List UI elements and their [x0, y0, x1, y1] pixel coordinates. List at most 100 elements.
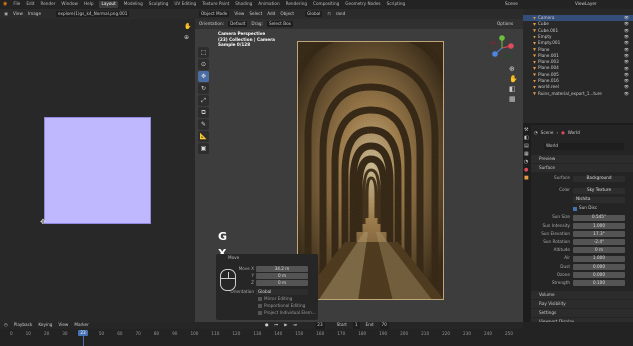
scene-tab-icon[interactable]: ◔ — [524, 160, 530, 165]
blender-logo-icon[interactable]: ◉ — [3, 2, 7, 7]
select-tool-icon[interactable]: ⬚ — [198, 47, 209, 58]
visibility-icon[interactable]: 👁 — [624, 85, 629, 89]
tab-sculpting[interactable]: Sculpting — [149, 2, 169, 6]
hand-pan-icon[interactable]: ✋ — [509, 76, 519, 83]
timeline-menu-marker[interactable]: Marker — [74, 323, 88, 327]
sky-property-field[interactable]: 0.100 — [573, 280, 625, 287]
output-tab-icon[interactable]: ▤ — [524, 144, 530, 149]
playhead[interactable]: 23 — [78, 330, 88, 336]
camera-view-icon[interactable]: ◧ — [509, 86, 519, 93]
ray-visibility-section[interactable]: Ray Visibility — [531, 300, 633, 308]
tab-uv-editing[interactable]: UV Editing — [174, 2, 196, 6]
rotate-tool-icon[interactable]: ↻ — [198, 83, 209, 94]
image-name-field[interactable]: explore(1)gs_k4_Normal.png.001 — [56, 10, 130, 18]
image-menu-image[interactable]: Image — [28, 11, 41, 16]
scale-tool-icon[interactable]: ⤢ — [198, 95, 209, 106]
menu-edit[interactable]: Edit — [26, 2, 34, 6]
start-frame-field[interactable]: 1 — [352, 322, 360, 329]
timeline-menu-playback[interactable]: Playback — [14, 323, 33, 327]
timeline-editor-icon[interactable]: ◷ — [4, 323, 8, 327]
mode-selector[interactable]: Object Mode — [199, 10, 230, 18]
render-tab-icon[interactable]: ◧ — [524, 136, 530, 141]
surface-section[interactable]: Surface — [531, 164, 633, 172]
viewport-menu-add[interactable]: Add — [267, 11, 275, 16]
scene-selector[interactable]: Scene — [505, 1, 518, 6]
tab-modeling[interactable]: Modeling — [124, 2, 143, 6]
orientation-dropdown[interactable]: Default — [228, 20, 248, 28]
sky-property-field[interactable]: 0.000 — [573, 263, 625, 270]
sky-property-field[interactable]: 1.000 — [573, 255, 625, 262]
cursor-tool-icon[interactable]: ⊙ — [198, 59, 209, 70]
visibility-icon[interactable]: 👁 — [624, 72, 629, 77]
zoom-icon[interactable]: ⊕ — [184, 35, 189, 41]
play-icon[interactable]: ▶ — [284, 323, 287, 327]
menu-window[interactable]: Window — [61, 2, 78, 6]
measure-tool-icon[interactable]: 📐 — [198, 131, 209, 142]
navigation-gizmo[interactable] — [488, 34, 516, 62]
tab-geometry-nodes[interactable]: Geometry Nodes — [345, 2, 380, 6]
hand-tool-icon[interactable]: ✋ — [184, 24, 191, 30]
sky-property-field[interactable]: 0.000 — [573, 271, 625, 278]
proportional-editing-checkbox[interactable] — [258, 304, 262, 308]
tab-layout[interactable]: Layout — [99, 1, 118, 8]
visibility-icon[interactable]: 👁 — [624, 79, 629, 83]
visibility-icon[interactable]: 👁 — [624, 66, 629, 71]
tab-animation[interactable]: Animation — [258, 2, 279, 6]
visibility-icon[interactable]: 👁 — [624, 35, 629, 39]
sky-type-dropdown[interactable]: Nishita — [573, 196, 625, 203]
timeline-menu-keying[interactable]: Keying — [38, 323, 52, 327]
visibility-icon[interactable]: 👁 — [624, 28, 629, 33]
sky-property-field[interactable]: 1.000 — [573, 222, 625, 229]
image-editor-type-icon[interactable]: ▣ — [4, 11, 8, 16]
tab-shading[interactable]: Shading — [235, 2, 252, 6]
world-name-field[interactable]: World — [544, 143, 624, 150]
settings-section[interactable]: Settings — [531, 309, 633, 317]
transform-tool-icon[interactable]: ⧉ — [198, 107, 209, 118]
tab-compositing[interactable]: Compositing — [313, 2, 339, 6]
visibility-icon[interactable]: 👁 — [624, 47, 629, 52]
visibility-icon[interactable]: 👁 — [624, 91, 629, 96]
tool-tab-icon[interactable]: ⚒ — [524, 128, 530, 133]
options-dropdown[interactable]: Options — [497, 21, 513, 26]
annotate-tool-icon[interactable]: ✎ — [198, 119, 209, 130]
sun-disc-checkbox[interactable] — [573, 206, 577, 211]
viewport-menu-object[interactable]: Object — [280, 11, 294, 16]
move-z-field[interactable]: 0 m — [256, 280, 308, 286]
zoom-icon[interactable]: ⊕ — [509, 66, 519, 73]
move-tool-icon[interactable]: ✥ — [198, 71, 209, 82]
menu-help[interactable]: Help — [84, 2, 94, 6]
sky-property-field[interactable]: 0.545° — [573, 214, 625, 221]
jump-start-icon[interactable]: ⏮ — [275, 323, 279, 327]
tab-texture-paint[interactable]: Texture Paint — [202, 2, 229, 6]
surface-shader-field[interactable]: Background — [573, 175, 625, 182]
visibility-icon[interactable]: 👁 — [624, 16, 629, 20]
visibility-icon[interactable]: 👁 — [624, 41, 629, 45]
sky-property-field[interactable]: 0 m — [573, 247, 625, 254]
outliner-item[interactable]: Ruins_material_export_1...ture 👁 — [523, 91, 633, 97]
transform-orientation[interactable]: Global — [305, 10, 323, 18]
project-individual-checkbox[interactable] — [258, 311, 262, 315]
grid-icon[interactable]: ▦ — [509, 96, 519, 103]
record-button-icon[interactable]: ● — [265, 323, 269, 327]
add-cube-tool-icon[interactable]: ▣ — [198, 143, 209, 154]
jump-end-icon[interactable]: ⏭ — [294, 323, 298, 327]
mirror-editing-checkbox[interactable] — [258, 297, 262, 301]
tab-scripting[interactable]: Scripting — [387, 2, 406, 6]
image-menu-view[interactable]: View — [13, 11, 23, 16]
view-layer-tab-icon[interactable]: ▦ — [524, 152, 530, 157]
visibility-icon[interactable]: 👁 — [624, 60, 629, 64]
viewport-menu-view[interactable]: View — [234, 11, 244, 16]
menu-file[interactable]: File — [13, 2, 20, 6]
drag-dropdown[interactable]: Select Box — [266, 20, 294, 28]
sky-property-field[interactable]: -2.4° — [573, 239, 625, 246]
current-frame-field[interactable]: 23 — [315, 322, 325, 329]
timeline-menu-view[interactable]: View — [58, 323, 68, 327]
visibility-icon[interactable]: 👁 — [624, 53, 629, 58]
volume-section[interactable]: Volume — [531, 291, 633, 299]
color-texture-field[interactable]: Sky Texture — [573, 187, 625, 194]
magnet-icon[interactable]: ⊓ — [327, 11, 330, 16]
end-frame-field[interactable]: 70 — [379, 322, 389, 329]
search-text[interactable]: rand — [336, 11, 346, 16]
viewport-menu-select[interactable]: Select — [249, 11, 262, 16]
menu-render[interactable]: Render — [41, 2, 56, 6]
